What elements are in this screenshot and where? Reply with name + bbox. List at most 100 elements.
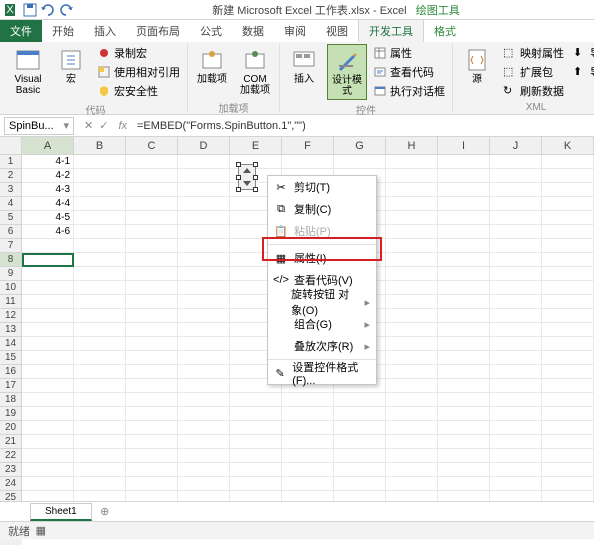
- cell-A9[interactable]: [22, 267, 74, 281]
- cell-K5[interactable]: [542, 211, 594, 225]
- cell-D17[interactable]: [178, 379, 230, 393]
- tab-home[interactable]: 开始: [42, 20, 84, 42]
- cell-K16[interactable]: [542, 365, 594, 379]
- cell-D9[interactable]: [178, 267, 230, 281]
- cell-I4[interactable]: [438, 197, 490, 211]
- cell-A6[interactable]: 4-6: [22, 225, 74, 239]
- cell-C22[interactable]: [126, 449, 178, 463]
- cell-C10[interactable]: [126, 281, 178, 295]
- export-button[interactable]: ⬆导出: [570, 63, 594, 81]
- expand-pack-button[interactable]: ⬚扩展包: [500, 63, 567, 81]
- cell-K22[interactable]: [542, 449, 594, 463]
- insert-control-button[interactable]: 插入: [284, 44, 324, 87]
- cell-C18[interactable]: [126, 393, 178, 407]
- view-code-button[interactable]: 查看代码: [370, 63, 448, 81]
- cell-I14[interactable]: [438, 337, 490, 351]
- cell-K9[interactable]: [542, 267, 594, 281]
- row-header-12[interactable]: 12: [0, 309, 22, 323]
- cell-D5[interactable]: [178, 211, 230, 225]
- cell-C16[interactable]: [126, 365, 178, 379]
- cell-E19[interactable]: [230, 407, 282, 421]
- cell-B13[interactable]: [74, 323, 126, 337]
- cell-D7[interactable]: [178, 239, 230, 253]
- row-header-18[interactable]: 18: [0, 393, 22, 407]
- cell-B22[interactable]: [74, 449, 126, 463]
- cell-K12[interactable]: [542, 309, 594, 323]
- cell-C24[interactable]: [126, 477, 178, 491]
- cell-B21[interactable]: [74, 435, 126, 449]
- cell-C11[interactable]: [126, 295, 178, 309]
- row-header-4[interactable]: 4: [0, 197, 22, 211]
- row-header-19[interactable]: 19: [0, 407, 22, 421]
- cell-B8[interactable]: [74, 253, 126, 267]
- name-box[interactable]: SpinBu...▾: [4, 117, 74, 135]
- addins-button[interactable]: 加载项: [192, 44, 232, 87]
- cell-B10[interactable]: [74, 281, 126, 295]
- cell-J12[interactable]: [490, 309, 542, 323]
- cell-I19[interactable]: [438, 407, 490, 421]
- cell-K13[interactable]: [542, 323, 594, 337]
- row-header-14[interactable]: 14: [0, 337, 22, 351]
- cell-A5[interactable]: 4-5: [22, 211, 74, 225]
- cell-D10[interactable]: [178, 281, 230, 295]
- redo-icon[interactable]: [58, 2, 74, 18]
- cell-I12[interactable]: [438, 309, 490, 323]
- cell-A24[interactable]: [22, 477, 74, 491]
- cell-K20[interactable]: [542, 421, 594, 435]
- cell-K8[interactable]: [542, 253, 594, 267]
- cell-B16[interactable]: [74, 365, 126, 379]
- cell-A17[interactable]: [22, 379, 74, 393]
- cell-D20[interactable]: [178, 421, 230, 435]
- properties-button[interactable]: 属性: [370, 44, 448, 62]
- cell-G22[interactable]: [334, 449, 386, 463]
- cell-G23[interactable]: [334, 463, 386, 477]
- cell-J5[interactable]: [490, 211, 542, 225]
- cell-F21[interactable]: [282, 435, 334, 449]
- cell-A3[interactable]: 4-3: [22, 183, 74, 197]
- cell-I16[interactable]: [438, 365, 490, 379]
- cell-H18[interactable]: [386, 393, 438, 407]
- cell-K6[interactable]: [542, 225, 594, 239]
- cell-A7[interactable]: [22, 239, 74, 253]
- row-header-22[interactable]: 22: [0, 449, 22, 463]
- cell-H23[interactable]: [386, 463, 438, 477]
- row-header-10[interactable]: 10: [0, 281, 22, 295]
- cell-B17[interactable]: [74, 379, 126, 393]
- cell-D11[interactable]: [178, 295, 230, 309]
- cell-A1[interactable]: 4-1: [22, 155, 74, 169]
- cell-J3[interactable]: [490, 183, 542, 197]
- cell-B24[interactable]: [74, 477, 126, 491]
- cell-G1[interactable]: [334, 155, 386, 169]
- confirm-formula-icon[interactable]: ✓: [99, 119, 108, 132]
- cell-A21[interactable]: [22, 435, 74, 449]
- visual-basic-button[interactable]: Visual Basic: [8, 44, 48, 98]
- macro-indicator-icon[interactable]: ▦: [36, 524, 46, 537]
- cell-K10[interactable]: [542, 281, 594, 295]
- cell-B7[interactable]: [74, 239, 126, 253]
- cell-D4[interactable]: [178, 197, 230, 211]
- cell-H20[interactable]: [386, 421, 438, 435]
- row-header-7[interactable]: 7: [0, 239, 22, 253]
- cell-A10[interactable]: [22, 281, 74, 295]
- cell-I7[interactable]: [438, 239, 490, 253]
- cell-F22[interactable]: [282, 449, 334, 463]
- cell-F19[interactable]: [282, 407, 334, 421]
- cell-B12[interactable]: [74, 309, 126, 323]
- tab-review[interactable]: 审阅: [274, 20, 316, 42]
- cell-H11[interactable]: [386, 295, 438, 309]
- cell-A23[interactable]: [22, 463, 74, 477]
- cell-C8[interactable]: [126, 253, 178, 267]
- col-header-I[interactable]: I: [438, 137, 490, 155]
- ctx-cut[interactable]: ✂剪切(T): [268, 176, 376, 198]
- cell-F18[interactable]: [282, 393, 334, 407]
- cell-I11[interactable]: [438, 295, 490, 309]
- cell-H5[interactable]: [386, 211, 438, 225]
- row-header-24[interactable]: 24: [0, 477, 22, 491]
- cell-F24[interactable]: [282, 477, 334, 491]
- cell-A12[interactable]: [22, 309, 74, 323]
- cell-A14[interactable]: [22, 337, 74, 351]
- macro-security-button[interactable]: 宏安全性: [94, 82, 183, 100]
- cell-J13[interactable]: [490, 323, 542, 337]
- tab-format[interactable]: 格式: [424, 20, 466, 42]
- cell-K17[interactable]: [542, 379, 594, 393]
